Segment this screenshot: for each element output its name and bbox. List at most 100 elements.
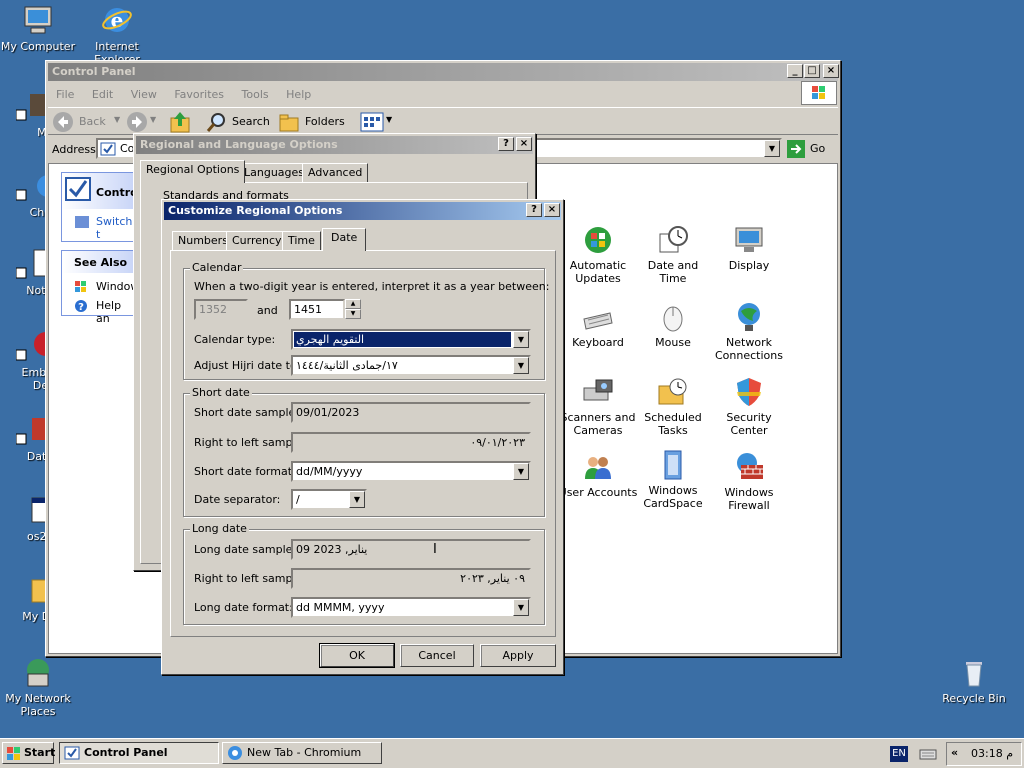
datawa-icon (15, 414, 48, 446)
desktop-icon-my-network-places[interactable]: My Network Places (0, 656, 78, 718)
close-button[interactable]: × (823, 64, 839, 78)
left-task-panel: Contro Switch t (61, 172, 138, 242)
menu-tools[interactable]: Tools (242, 88, 269, 101)
cancel-button[interactable]: Cancel (400, 644, 474, 667)
date-tab-panel: Calendar When a two-digit year is entere… (170, 250, 556, 637)
go-button[interactable]: Go (786, 139, 834, 159)
display-icon (733, 224, 765, 256)
keyboard-tray-icon[interactable] (918, 745, 938, 763)
calendar-type-dropdown-button[interactable]: ▼ (513, 331, 529, 348)
switch-view-link[interactable]: Switch t (96, 215, 136, 241)
short-date-format-label: Short date format: (194, 465, 296, 478)
regional-titlebar[interactable]: Regional and Language Options (136, 136, 533, 154)
address-dropdown-button[interactable]: ▼ (764, 140, 780, 157)
minimize-button[interactable]: _ (787, 64, 803, 78)
folders-button[interactable]: Folders (278, 110, 350, 134)
long-date-sample-label: Long date sample: (194, 543, 297, 556)
menu-bar: File Edit View Favorites Tools Help (56, 87, 325, 103)
cp-item-windows-cardspace[interactable]: Windows CardSpace (633, 449, 713, 510)
back-button[interactable]: Back ▼ (52, 110, 124, 134)
control-panel-titlebar[interactable]: Control Panel (48, 63, 838, 81)
clock[interactable]: 03:18 م (971, 747, 1013, 760)
firewall-icon (733, 451, 765, 483)
cp-item-security-center[interactable]: Security Center (709, 376, 789, 437)
tab-languages[interactable]: Languages (238, 163, 311, 183)
date-time-icon (657, 224, 689, 256)
go-arrow-icon (787, 140, 805, 158)
short-date-format-select[interactable]: dd/MM/yyyy ▼ (291, 461, 531, 482)
see-also-link-help[interactable]: Help an (96, 299, 136, 325)
mouse-icon (657, 301, 689, 333)
menu-help[interactable]: Help (286, 88, 311, 101)
customize-close-button[interactable]: × (544, 203, 560, 217)
maximize-button[interactable]: □ (804, 64, 820, 78)
regional-help-button[interactable]: ? (498, 137, 514, 151)
cp-item-scanners-cameras[interactable]: Scanners and Cameras (558, 376, 638, 437)
scanner-camera-icon (582, 376, 614, 408)
long-date-format-dropdown-button[interactable]: ▼ (513, 599, 529, 616)
scheduled-tasks-icon (657, 376, 689, 408)
desktop-icon-recycle-bin[interactable]: Recycle Bin (934, 656, 1014, 705)
date-separator-dropdown-button[interactable]: ▼ (349, 491, 365, 508)
desktop-icon-internet-explorer[interactable]: e Internet Explorer (77, 4, 157, 66)
customize-titlebar[interactable]: Customize Regional Options (164, 202, 561, 220)
tray-expand-button[interactable]: « (951, 746, 958, 759)
cp-item-display[interactable]: Display (709, 224, 789, 272)
date-separator-select[interactable]: / ▼ (291, 489, 367, 510)
tab-currency[interactable]: Currency (226, 231, 288, 251)
help-icon: ? (75, 300, 87, 313)
customize-title: Customize Regional Options (168, 204, 343, 217)
menu-edit[interactable]: Edit (92, 88, 113, 101)
window-app-icon (16, 494, 49, 526)
menu-view[interactable]: View (131, 88, 157, 101)
windows-start-icon (7, 747, 20, 760)
spin-up-button[interactable]: ▲ (345, 299, 361, 309)
tab-time[interactable]: Time (282, 231, 321, 251)
search-button[interactable]: Search (205, 110, 273, 134)
language-indicator[interactable]: EN (890, 746, 908, 762)
automatic-updates-icon (582, 224, 614, 256)
network-connections-icon (733, 301, 765, 333)
customize-help-button[interactable]: ? (526, 203, 542, 217)
short-date-format-dropdown-button[interactable]: ▼ (513, 463, 529, 480)
tab-numbers[interactable]: Numbers (172, 231, 234, 251)
cp-item-mouse[interactable]: Mouse (633, 301, 713, 349)
adjust-hijri-select[interactable]: ١٧/جمادى الثانية/١٤٤٤ ▼ (291, 355, 531, 376)
views-button[interactable]: ▼ (360, 110, 394, 134)
tab-advanced[interactable]: Advanced (302, 163, 369, 183)
control-panel-icon (65, 177, 91, 201)
adjust-hijri-dropdown-button[interactable]: ▼ (513, 357, 529, 374)
cp-item-network-connections[interactable]: Network Connections (709, 301, 789, 362)
taskbar-item-chromium[interactable]: New Tab - Chromium (222, 742, 382, 764)
spin-down-button[interactable]: ▼ (345, 309, 361, 319)
up-folder-button[interactable] (168, 110, 192, 134)
menu-favorites[interactable]: Favorites (174, 88, 224, 101)
menu-file[interactable]: File (56, 88, 74, 101)
user-accounts-icon (582, 451, 614, 483)
tab-regional-options[interactable]: Regional Options (140, 160, 246, 183)
ok-button[interactable]: OK (319, 643, 395, 668)
apply-button[interactable]: Apply (480, 644, 556, 667)
control-panel-small-icon (100, 142, 116, 156)
address-label: Address (52, 143, 96, 156)
long-date-format-select[interactable]: dd MMMM, yyyy ▼ (291, 597, 531, 618)
tab-date[interactable]: Date (322, 228, 367, 251)
cp-item-user-accounts[interactable]: User Accounts (558, 451, 638, 499)
windows-update-icon (75, 281, 86, 292)
calendar-type-select[interactable]: التقويم الهجري ▼ (291, 329, 531, 350)
year-spinner[interactable]: ▲ ▼ (345, 299, 361, 320)
desktop-icon-my-computer[interactable]: My Computer (0, 4, 78, 53)
taskbar-item-control-panel[interactable]: Control Panel (59, 742, 219, 764)
year-to-field[interactable]: 1451 (289, 299, 345, 320)
embarcadero-icon (15, 330, 58, 362)
regional-close-button[interactable]: × (516, 137, 532, 151)
keyboard-icon (582, 301, 614, 333)
cp-item-keyboard[interactable]: Keyboard (558, 301, 638, 349)
cp-item-automatic-updates[interactable]: Automatic Updates (558, 224, 638, 285)
start-button[interactable]: Start (2, 742, 55, 764)
control-panel-task-icon (64, 746, 80, 760)
cp-item-windows-firewall[interactable]: Windows Firewall (709, 451, 789, 512)
forward-button[interactable]: ▼ (126, 110, 160, 134)
cp-item-date-and-time[interactable]: Date and Time (633, 224, 713, 285)
cp-item-scheduled-tasks[interactable]: Scheduled Tasks (633, 376, 713, 437)
